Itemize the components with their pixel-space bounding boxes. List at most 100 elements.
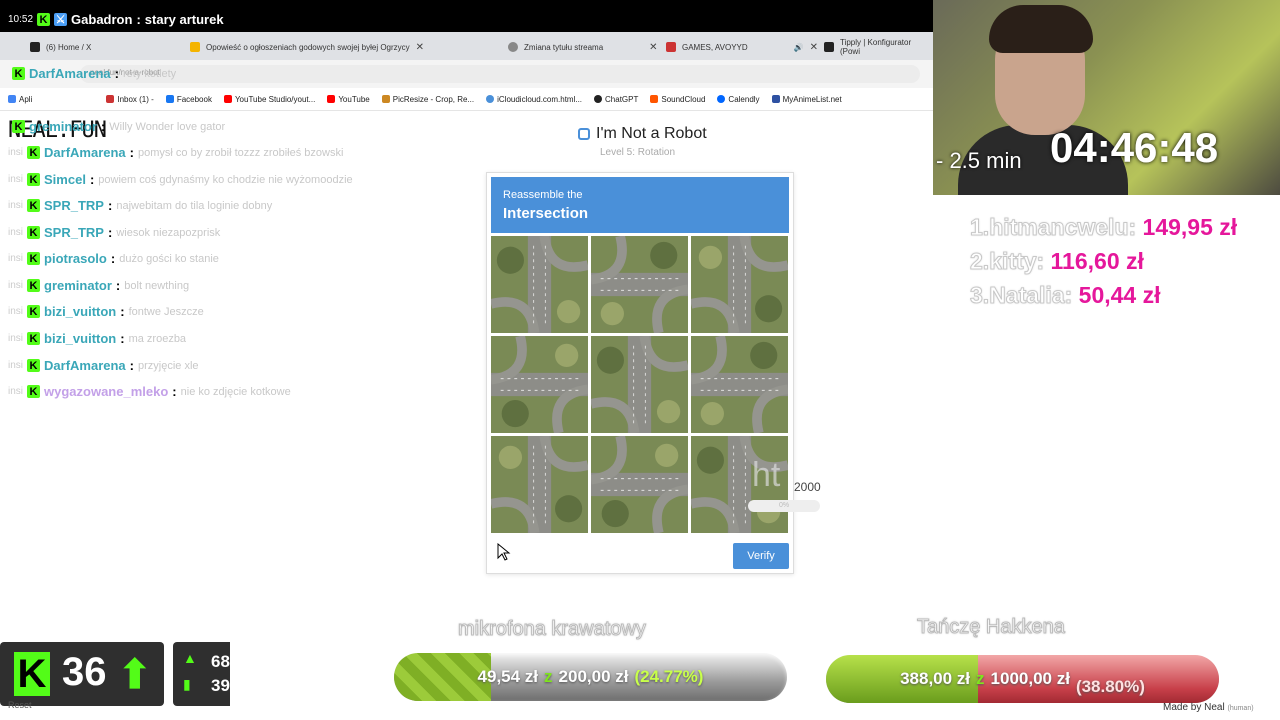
kick-icon: K [27,279,41,292]
kick-icon: K [27,332,41,345]
mod-badge-icon: ⚔ [54,13,68,26]
top-donors: 1.hitmancwelu: 149,95 zł 2.kitty: 116,60… [969,210,1237,312]
kick-icon: K [14,652,50,696]
chat-username[interactable]: DarfAmarena [29,66,111,81]
bookmark-item[interactable]: ChatGPT [594,95,638,104]
kick-icon: K [12,120,25,133]
tab-opowiesc[interactable]: Opowieść o ogłoszeniach godowych swojej … [190,36,424,58]
kick-followers-widget: K 36 ⬆ [0,642,164,706]
subathon-timer: 04:46:48 [1050,124,1219,171]
bookmark-item[interactable]: SoundCloud [650,95,705,104]
captcha-tile[interactable] [491,336,588,433]
captcha-tile[interactable] [491,236,588,333]
speaker-icon[interactable]: 🔊 [794,43,804,52]
chat-text: nie ko zdjęcie kotkowe [180,385,291,398]
chart-icon: ▮ [183,676,191,692]
captcha-level: Level 5: Rotation [600,147,676,158]
chat-text: dużo gości ko stanie [119,252,219,265]
tab-home-x[interactable]: (6) Home / X [30,36,91,58]
chat-username[interactable]: greminator [44,278,112,293]
url-input[interactable]: neal.fun/not-a-robot [80,65,920,83]
chat-username[interactable]: piotrasolo [44,251,107,266]
made-by-credit[interactable]: Made by Neal (human) [1163,702,1254,713]
apps-icon [8,95,16,103]
captcha-tile[interactable] [691,336,788,433]
bookmark-item[interactable]: PicResize - Crop, Re... [381,95,474,104]
bookmark-item[interactable]: iCloudicloud.com.html... [486,95,582,104]
timer-delta: - 2.5 min [936,148,1022,173]
bookmark-item[interactable]: YouTube [327,95,370,104]
donor-row: 2.kitty: 116,60 zł [969,248,1144,275]
ghost-overlay-text: ht [752,456,781,494]
captcha-tile[interactable] [591,436,688,533]
chat-message: insi K DarfAmarena: przyjęcie xle [8,358,199,373]
tipply-icon [824,42,834,52]
arrow-up-icon: ⬆ [118,653,152,697]
bookmark-item[interactable]: Apli [8,95,32,104]
goal-label: mikrofona krawatowy [458,618,647,641]
chat-text: najwebitam do tila loginie dobny [116,199,273,212]
robot-icon [578,128,590,140]
captcha-tile[interactable] [691,236,788,333]
chat-username[interactable]: bizi_vuitton [44,304,116,319]
chat-message: insi Kgreminator: bolt newthing [8,278,190,293]
picresize-icon [381,95,390,103]
cursor-icon [497,543,511,561]
goal-bar: 388,00 zł z 1000,00 zł (38.80%) [826,655,1219,703]
close-icon[interactable]: ✕ [416,42,424,53]
verify-button[interactable]: Verify [733,543,789,569]
chat-username[interactable]: Simcel [44,172,86,187]
chat-message: insi K DarfAmarena: pomysł co by zrobił toz… [8,145,344,160]
chat-username[interactable]: DarfAmarena [44,145,126,160]
close-icon[interactable]: ✕ [810,42,818,53]
youtube-icon [223,95,232,103]
chat-message-top: 10:52 K ⚔ Gabadron: stary arturek [8,12,224,27]
kick-icon: K [27,226,41,239]
calendly-icon [717,95,726,103]
chat-username[interactable]: DarfAmarena [44,358,126,373]
mal-icon [771,95,780,103]
cloud-icon [486,95,495,103]
kick-icon: K [27,199,41,212]
kick-icon: K [27,385,41,398]
bookmark-item[interactable]: Facebook [165,95,212,104]
chat-username[interactable]: SPR_TRP [44,225,104,240]
chat-username[interactable]: SPR_TRP [44,198,104,213]
kick-stats-widget: ▲ 68 ▮ 39 [173,642,230,706]
soundcloud-icon [650,95,659,103]
tab-games[interactable]: GAMES, AVOYYD 🔊 ✕ [666,36,818,58]
kick-icon: K [27,146,41,159]
kick-icon: K [27,359,41,372]
kick-icon: K [12,67,25,80]
tab-tipply[interactable]: Tipply | Konfigurator (Powi [824,36,933,58]
chat-message: Kgreminator: Willy Wonder love gator [8,119,225,134]
chat-text: Willy Wonder love gator [109,120,226,133]
bookmarks-bar: Apli Inbox (1) - Facebook YouTube Studio… [0,88,933,111]
chat-text: rety kotlety [123,67,177,80]
captcha-grid [491,236,789,534]
chat-text: fontwe Jeszcze [128,305,204,318]
chat-username[interactable]: greminator [29,119,97,134]
bookmark-item[interactable]: Inbox (1) - [106,95,154,104]
kick-icon: K [27,173,41,186]
chat-text: bolt newthing [124,279,190,292]
chat-text: ma zroezba [128,332,187,345]
chat-message: insi K SPR_TRP: najwebitam do tila loginie … [8,198,273,213]
youtube-icon [327,95,336,103]
chat-text: pomysł co by zrobił tozzz zrobiłeś bzows… [138,146,344,159]
kick-icon: K [37,13,51,26]
chat-message: K DarfAmarena: rety kotlety [8,66,176,81]
bookmark-item[interactable]: YouTube Studio/yout... [223,95,315,104]
bookmark-item[interactable]: MyAnimeList.net [771,95,842,104]
tab-zmiana[interactable]: Zmiana tytułu streama ✕ [508,36,658,58]
bookmark-item[interactable]: Calendly [717,95,760,104]
chat-username[interactable]: bizi_vuitton [44,331,116,346]
captcha-tile[interactable] [591,236,688,333]
captcha-tile[interactable] [491,436,588,533]
reset-label[interactable]: Reset [8,700,32,710]
chat-username[interactable]: wygazowane_mleko [44,384,168,399]
chat-text: wiesok niezapozprisk [116,226,221,239]
close-icon[interactable]: ✕ [649,42,657,53]
globe-icon [508,42,518,52]
captcha-tile[interactable] [591,336,688,433]
